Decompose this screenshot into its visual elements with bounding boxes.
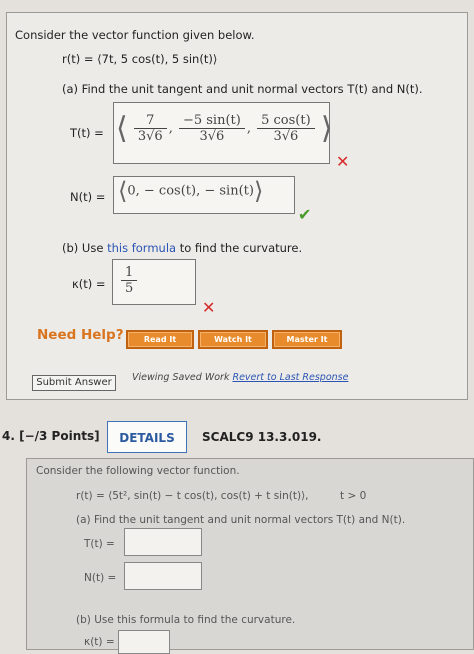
submit-answer-button[interactable]: Submit Answer (32, 375, 116, 391)
N-answer-box[interactable]: ⟨0, − cos(t), − sin(t)⟩ (113, 176, 295, 214)
t-condition: t > 0 (340, 490, 367, 502)
details-button[interactable]: DETAILS (107, 421, 187, 453)
kappa-label: κ(t) = (72, 277, 106, 291)
part-a-prompt-2: (a) Find the unit tangent and unit norma… (76, 514, 406, 526)
kappa-label-2: κ(t) = (84, 636, 115, 648)
revert-link[interactable]: Revert to Last Response (232, 372, 348, 383)
T-component-3: 5 cos(t) 3√6 (257, 113, 315, 144)
T-component-1: 7 3√6 (133, 113, 167, 144)
need-help-label: Need Help? (37, 327, 124, 343)
N-value: 0, − cos(t), − sin(t) (127, 183, 254, 199)
part-b-prompt: (b) Use this formula to find the curvatu… (62, 241, 303, 255)
T-label: T(t) = (70, 126, 104, 140)
N-label: N(t) = (70, 190, 106, 204)
check-mark-icon: ✔ (298, 205, 312, 224)
T-input-2[interactable] (124, 528, 202, 556)
vector-function-definition: r(t) = ⟨7t, 5 cos(t), 5 sin(t)⟩ (62, 52, 218, 66)
viewing-saved-work: Viewing Saved Work Revert to Last Respon… (132, 372, 349, 383)
kappa-input-2[interactable] (118, 630, 170, 654)
question-4-intro: Consider the following vector function. (36, 465, 240, 477)
T-component-2: −5 sin(t) 3√6 (178, 113, 245, 144)
left-angle-bracket: ⟨ (116, 111, 128, 146)
vector-function-definition-2: r(t) = ⟨5t², sin(t) − t cos(t), cos(t) +… (76, 490, 309, 502)
read-it-button[interactable]: Read It (126, 330, 194, 349)
question-4-points: 4. [−/3 Points] (2, 429, 100, 443)
T-answer-box[interactable]: ⟨ 7 3√6 , −5 sin(t) 3√6 , 5 cos(t) 3√6 ⟩ (113, 102, 333, 164)
master-it-button[interactable]: Master It (272, 330, 342, 349)
kappa-answer-box[interactable]: 1 5 (112, 259, 196, 305)
T-label-2: T(t) = (84, 538, 115, 550)
watch-it-button[interactable]: Watch It (198, 330, 268, 349)
N-label-2: N(t) = (84, 572, 117, 584)
x-mark-icon: ✕ (336, 152, 350, 171)
part-a-prompt: (a) Find the unit tangent and unit norma… (62, 82, 423, 96)
N-input-2[interactable] (124, 562, 202, 590)
question-intro: Consider the vector function given below… (15, 28, 255, 42)
x-mark-icon: ✕ (202, 298, 216, 317)
right-angle-bracket: ⟩ (320, 111, 333, 146)
question-code: SCALC9 13.3.019. (202, 430, 322, 444)
formula-link[interactable]: this formula (107, 241, 176, 255)
part-b-prompt-2: (b) Use this formula to find the curvatu… (76, 614, 296, 626)
